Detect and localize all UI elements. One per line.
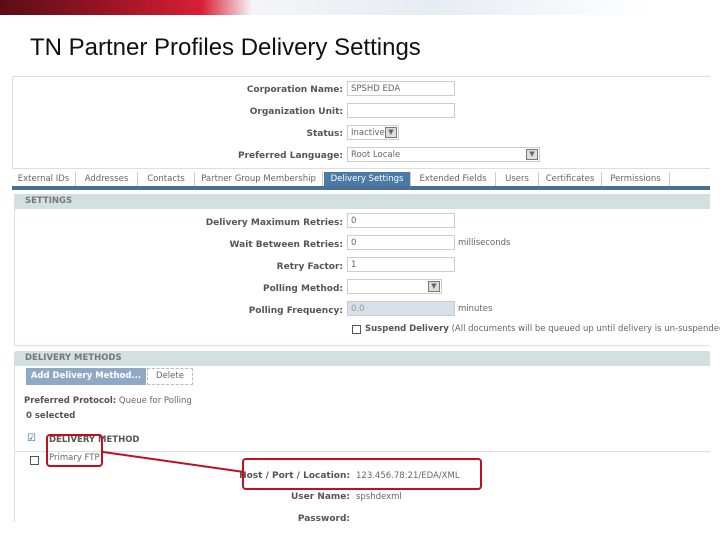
annotation-line [102,451,245,473]
annotation-connector [102,451,245,473]
